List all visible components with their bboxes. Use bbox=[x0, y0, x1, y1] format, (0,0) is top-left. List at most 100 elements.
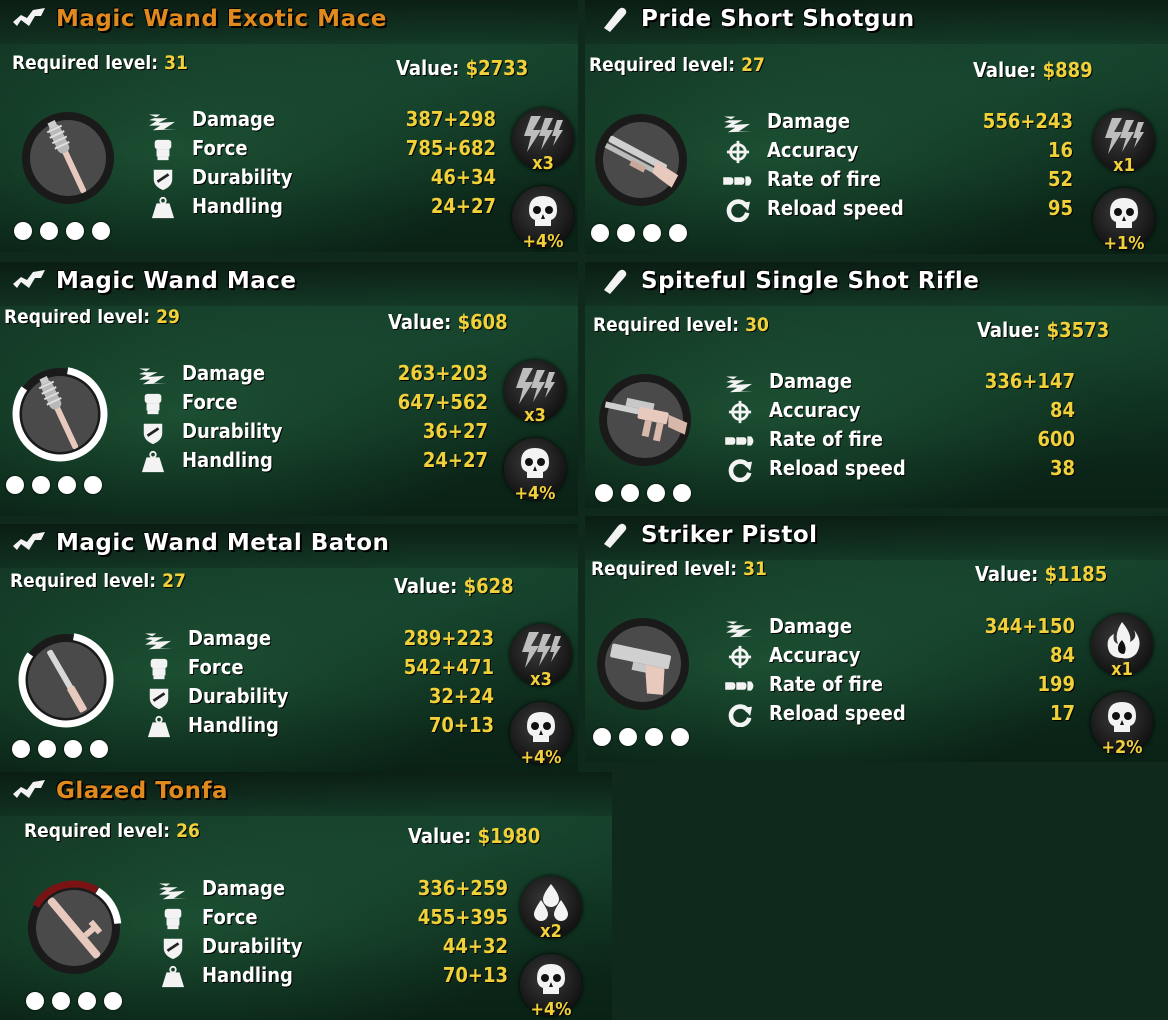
damage-icon bbox=[726, 621, 754, 638]
badge-text: x1 bbox=[1111, 659, 1133, 680]
stat-name: Damage bbox=[202, 876, 286, 900]
stat-value: 70+13 bbox=[428, 713, 494, 737]
rifle-icon bbox=[599, 374, 691, 466]
melee-type-icon bbox=[13, 780, 45, 798]
upgrade-slot[interactable] bbox=[595, 484, 613, 502]
badge-text: +2% bbox=[1101, 737, 1143, 758]
item-card[interactable]: Pride Short Shotgun Required level: 27 Val… bbox=[585, 0, 1168, 254]
baton-icon bbox=[18, 632, 114, 728]
crit-badge[interactable]: +4% bbox=[510, 702, 572, 768]
stat-name: Damage bbox=[767, 109, 851, 133]
required-level-label: Required level: bbox=[10, 570, 157, 592]
accuracy-icon bbox=[728, 400, 752, 424]
required-level-value: 31 bbox=[164, 52, 188, 74]
required-level-label: Required level: bbox=[589, 54, 736, 76]
required-level: Required level: 27 bbox=[10, 570, 186, 592]
upgrade-slot[interactable] bbox=[591, 224, 609, 242]
value-label: Value: bbox=[975, 562, 1039, 586]
item-card[interactable]: Magic Wand Mace Required level: 29 Value: … bbox=[0, 262, 578, 516]
gun-type-icon bbox=[604, 269, 627, 294]
stat-value: 263+203 bbox=[397, 361, 488, 385]
upgrade-slot[interactable] bbox=[6, 476, 24, 494]
item-card[interactable]: Spiteful Single Shot Rifle Required level… bbox=[585, 262, 1168, 508]
damage-icon bbox=[726, 376, 754, 393]
upgrade-slot[interactable] bbox=[643, 224, 661, 242]
accuracy-icon bbox=[728, 645, 752, 669]
element-badge[interactable]: x3 bbox=[510, 624, 572, 690]
crit-badge[interactable]: +4% bbox=[504, 438, 566, 504]
force-icon bbox=[144, 393, 162, 415]
item-card[interactable]: Magic Wand Exotic Mace Required level: 31… bbox=[0, 0, 578, 252]
mace-icon bbox=[22, 112, 114, 204]
stat-name: Reload speed bbox=[767, 196, 904, 220]
item-value: Value: $889 bbox=[973, 58, 1093, 82]
stat-value: 289+223 bbox=[403, 626, 494, 650]
crit-badge[interactable]: +2% bbox=[1091, 692, 1153, 758]
upgrade-slot[interactable] bbox=[90, 740, 108, 758]
upgrade-slot[interactable] bbox=[40, 222, 58, 240]
element-badge[interactable]: x2 bbox=[520, 876, 582, 942]
upgrade-slot[interactable] bbox=[26, 992, 44, 1010]
required-level: Required level: 27 bbox=[589, 54, 765, 76]
upgrade-slot[interactable] bbox=[593, 728, 611, 746]
element-badge[interactable]: x1 bbox=[1093, 110, 1155, 176]
stat-name: Force bbox=[188, 655, 244, 679]
upgrade-slot[interactable] bbox=[32, 476, 50, 494]
badge-text: x3 bbox=[532, 153, 554, 174]
item-card[interactable]: Glazed Tonfa Required level: 26 Value: $19… bbox=[0, 772, 612, 1020]
upgrade-slot[interactable] bbox=[619, 728, 637, 746]
upgrade-slot[interactable] bbox=[64, 740, 82, 758]
stat-value: 84 bbox=[1049, 398, 1075, 422]
element-badge[interactable]: x1 bbox=[1091, 614, 1153, 680]
upgrade-slot[interactable] bbox=[647, 484, 665, 502]
crit-badge[interactable]: +4% bbox=[512, 186, 574, 252]
upgrade-slot[interactable] bbox=[669, 224, 687, 242]
upgrade-slot[interactable] bbox=[84, 476, 102, 494]
reload-icon bbox=[728, 704, 752, 727]
item-card[interactable]: Striker Pistol Required level: 31 Value: $… bbox=[585, 516, 1168, 762]
item-value: Value: $2733 bbox=[396, 56, 528, 80]
value-label: Value: bbox=[396, 56, 460, 80]
required-level-value: 29 bbox=[156, 306, 180, 328]
upgrade-slot[interactable] bbox=[104, 992, 122, 1010]
upgrade-slot[interactable] bbox=[671, 728, 689, 746]
upgrade-slot[interactable] bbox=[58, 476, 76, 494]
stat-name: Rate of fire bbox=[769, 427, 883, 451]
stat-name: Accuracy bbox=[769, 398, 861, 422]
element-badge[interactable]: x3 bbox=[504, 360, 566, 426]
damage-icon bbox=[149, 114, 177, 131]
upgrade-slot[interactable] bbox=[14, 222, 32, 240]
stat-name: Rate of fire bbox=[769, 672, 883, 696]
upgrade-slot[interactable] bbox=[621, 484, 639, 502]
stat-value: 199 bbox=[1037, 672, 1075, 696]
upgrade-slot[interactable] bbox=[38, 740, 56, 758]
crit-badge[interactable]: +4% bbox=[520, 954, 582, 1020]
badge-text: x3 bbox=[530, 669, 552, 690]
upgrade-slot[interactable] bbox=[12, 740, 30, 758]
upgrade-slot[interactable] bbox=[617, 224, 635, 242]
upgrade-slot[interactable] bbox=[645, 728, 663, 746]
value-amount: $1185 bbox=[1044, 562, 1108, 586]
value-amount: $608 bbox=[457, 310, 508, 334]
upgrade-slot[interactable] bbox=[673, 484, 691, 502]
poison-drops-icon bbox=[534, 884, 568, 921]
stat-name: Handling bbox=[192, 194, 283, 218]
stat-value: 38 bbox=[1049, 456, 1075, 480]
shotgun-icon bbox=[595, 114, 687, 206]
electric-icon bbox=[516, 368, 555, 404]
upgrade-slots bbox=[26, 992, 122, 1010]
crit-badge[interactable]: +1% bbox=[1093, 188, 1155, 254]
stat-value: 24+27 bbox=[422, 448, 488, 472]
upgrade-slot[interactable] bbox=[78, 992, 96, 1010]
damage-icon bbox=[139, 368, 167, 385]
stat-value: 785+682 bbox=[405, 136, 496, 160]
upgrade-slot[interactable] bbox=[92, 222, 110, 240]
upgrade-slot[interactable] bbox=[66, 222, 84, 240]
item-card[interactable]: Magic Wand Metal Baton Required level: 27… bbox=[0, 524, 578, 772]
upgrade-slot[interactable] bbox=[52, 992, 70, 1010]
element-badge[interactable]: x3 bbox=[512, 108, 574, 174]
rate-of-fire-icon bbox=[725, 681, 754, 691]
stat-name: Durability bbox=[202, 934, 303, 958]
rate-of-fire-icon bbox=[723, 176, 752, 186]
required-level-value: 27 bbox=[741, 54, 765, 76]
